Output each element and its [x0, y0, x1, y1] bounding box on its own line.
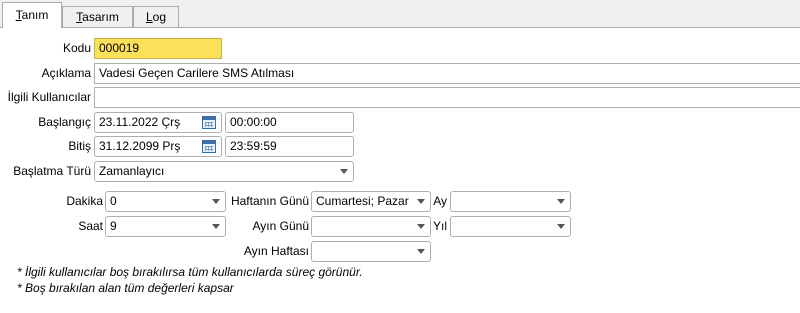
- tab-log-accel: L: [145, 10, 153, 24]
- baslangic-date-input[interactable]: 23.11.2022 Çrş: [94, 112, 222, 133]
- tab-tasarim[interactable]: Tasarım: [62, 6, 133, 28]
- kodu-input[interactable]: 000019: [94, 38, 222, 59]
- baslangic-time-input[interactable]: 00:00:00: [225, 112, 354, 133]
- ayin-haftasi-label: Ayın Haftası: [243, 244, 309, 258]
- baslatma-turu-select[interactable]: Zamanlayıcı: [94, 161, 354, 182]
- chevron-down-icon: [557, 224, 565, 229]
- kodu-label: Kodu: [62, 41, 91, 55]
- tanim-panel: Kodu 000019 Açıklama Vadesi Geçen Carile…: [0, 27, 800, 313]
- yil-label: Yıl: [432, 219, 447, 233]
- baslatma-turu-value: Zamanlayıcı: [99, 164, 165, 178]
- chevron-down-icon: [557, 199, 565, 204]
- calendar-icon[interactable]: [202, 116, 216, 129]
- tab-log[interactable]: Log: [133, 6, 179, 28]
- yil-select[interactable]: [450, 216, 571, 237]
- ilgili-kullanicilar-input[interactable]: [94, 87, 800, 108]
- haftanin-gunu-select[interactable]: Cumartesi; Pazar: [311, 191, 431, 212]
- ayin-gunu-label: Ayın Günü: [252, 219, 309, 233]
- saat-select[interactable]: 9: [105, 216, 226, 237]
- ayin-haftasi-select[interactable]: [311, 241, 431, 262]
- aciklama-label: Açıklama: [41, 66, 91, 80]
- ilgili-kullanicilar-label: İlgili Kullanıcılar: [7, 90, 91, 104]
- chevron-down-icon: [340, 169, 348, 174]
- ay-label: Ay: [433, 194, 447, 208]
- chevron-down-icon: [417, 249, 425, 254]
- bitis-label: Bitiş: [68, 139, 91, 153]
- tab-tasarim-label: asarım: [82, 10, 119, 24]
- dakika-select[interactable]: 0: [105, 191, 226, 212]
- baslangic-label: Başlangıç: [38, 115, 91, 129]
- baslangic-date-value: 23.11.2022 Çrş: [99, 115, 181, 129]
- chevron-down-icon: [417, 224, 425, 229]
- dakika-value: 0: [110, 194, 117, 208]
- tab-bar: Tanım Tasarım Log: [0, 0, 800, 28]
- calendar-icon[interactable]: [202, 140, 216, 153]
- tab-log-label: og: [152, 10, 167, 24]
- saat-value: 9: [110, 219, 117, 233]
- chevron-down-icon: [212, 224, 220, 229]
- bitis-time-input[interactable]: 23:59:59: [225, 136, 354, 157]
- haftanin-gunu-value: Cumartesi; Pazar: [316, 194, 409, 208]
- bitis-date-input[interactable]: 31.12.2099 Prş: [94, 136, 222, 157]
- chevron-down-icon: [212, 199, 220, 204]
- tab-tanim[interactable]: Tanım: [2, 2, 62, 28]
- chevron-down-icon: [417, 199, 425, 204]
- aciklama-input[interactable]: Vadesi Geçen Carilere SMS Atılması: [94, 63, 800, 84]
- haftanin-gunu-label: Haftanın Günü: [230, 194, 309, 208]
- note-bos-alan: * Boş bırakılan alan tüm değerleri kapsa…: [17, 281, 234, 295]
- bitis-date-value: 31.12.2099 Prş: [99, 139, 181, 153]
- saat-label: Saat: [78, 219, 103, 233]
- ay-select[interactable]: [450, 191, 571, 212]
- baslatma-turu-label: Başlatma Türü: [13, 164, 91, 178]
- note-ilgili-kullanicilar: * İlgili kullanıcılar boş bırakılırsa tü…: [17, 265, 363, 279]
- tab-tanim-label: anım: [21, 8, 49, 22]
- dakika-label: Dakika: [66, 194, 103, 208]
- ayin-gunu-select[interactable]: [311, 216, 431, 237]
